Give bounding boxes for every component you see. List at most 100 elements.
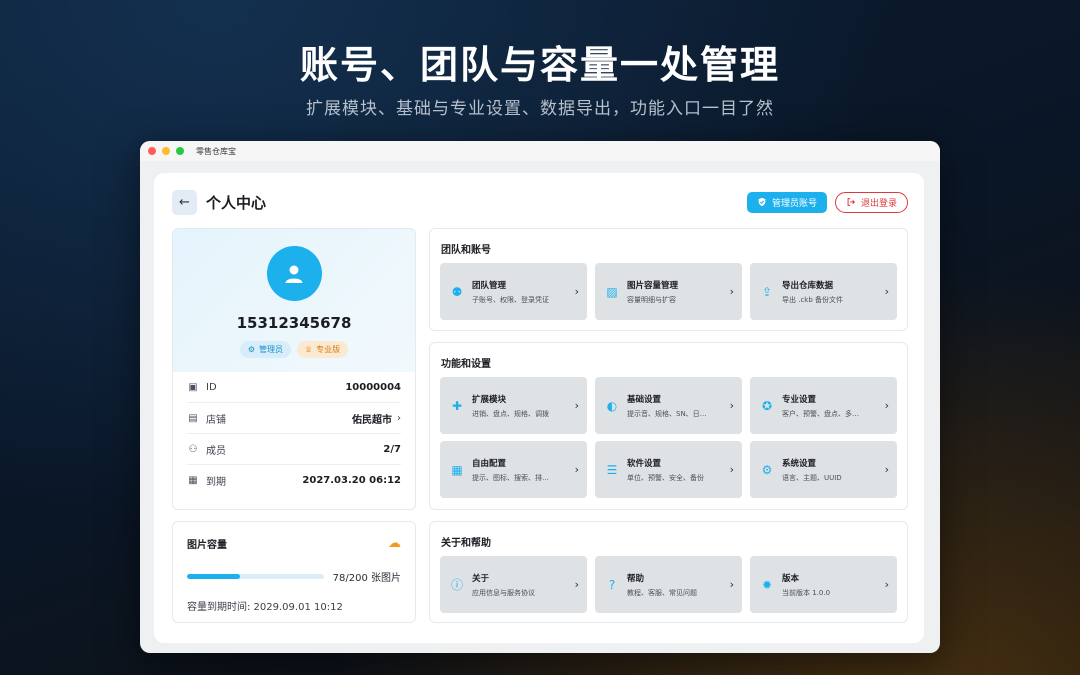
back-button[interactable]: ← (172, 189, 197, 215)
tile-image-storage[interactable]: ▨ 图片容量管理 容量明细与扩容 › (595, 263, 742, 320)
info-label: ID (206, 381, 217, 393)
admin-badge-icon: ⚙ (247, 345, 255, 354)
chevron-right-icon: › (729, 578, 734, 591)
section-features-settings: 功能和设置 ✚ 扩展模块进销、盘点、规格、调拨 › ◐ 基础设置 提示音、规格、S… (429, 342, 908, 510)
grid-plus-icon: ▦ (451, 462, 463, 477)
info-row-members: ⚇ 成员 2/7 (187, 434, 401, 465)
chevron-right-icon: › (574, 399, 579, 412)
chevron-right-icon: › (884, 463, 889, 476)
personal-center-panel: ← 个人中心 管理员账号 退出登录 15312345678 ⚙ 管理员 ♕ 专业… (154, 173, 924, 643)
app-name: 零售仓库宝 (196, 146, 236, 156)
storage-card: 图片容量 ☁ 78/200 张图片 容量到期时间: 2029.09.01 10:… (172, 521, 416, 623)
tile-title: 团队管理 (472, 280, 507, 291)
storage-header: 图片容量 ☁ (187, 536, 401, 551)
profile-info-list: ▣ ID 10000004 ▤ 店铺 佑民超市 › ⚇ 成员 2/7 ▦ 到期 … (173, 372, 415, 496)
toggle-icon: ◐ (606, 398, 618, 413)
sliders-icon: ☰ (606, 462, 618, 477)
tile-export-data[interactable]: ⇪ 导出仓库数据 导出 .ckb 备份文件 › (750, 263, 897, 320)
tile-software-settings[interactable]: ☰ 软件设置单位、预警、安全、备份 › (595, 441, 742, 498)
info-label: 到期 (206, 477, 226, 488)
pro-badge-label: 专业版 (316, 345, 341, 354)
tile-extension-modules[interactable]: ✚ 扩展模块进销、盘点、规格、调拨 › (440, 377, 587, 434)
tile-subtitle: 单位、预警、安全、备份 (627, 473, 704, 482)
medal-icon: ♕ (305, 345, 313, 354)
tile-system-settings[interactable]: ⚙ 系统设置语言、主题、UUID › (750, 441, 897, 498)
admin-badge-label: 管理员 (259, 345, 283, 354)
chevron-right-icon: › (884, 578, 889, 591)
tile-team-management[interactable]: ⚉ 团队管理 子账号、权限、登录凭证 › (440, 263, 587, 320)
cloud-upload-icon[interactable]: ☁ (388, 536, 401, 551)
tile-title: 系统设置 (782, 458, 817, 469)
profile-summary: 15312345678 ⚙ 管理员 ♕ 专业版 (173, 229, 415, 372)
tile-help[interactable]: ? 帮助 教程、客服、常见问题 › (595, 556, 742, 613)
tile-title: 图片容量管理 (627, 280, 679, 291)
progress-fill (187, 574, 241, 579)
section-tiles: ✚ 扩展模块进销、盘点、规格、调拨 › ◐ 基础设置 提示音、规格、SN、日… ›… (440, 377, 897, 498)
tile-title: 关于 (472, 573, 490, 584)
tile-subtitle: 客户、预警、盘点、多… (782, 409, 859, 418)
puzzle-icon: ✚ (451, 398, 463, 413)
arrow-left-icon: ← (179, 194, 190, 210)
export-icon: ⇪ (761, 284, 773, 299)
gear-icon: ⚙ (761, 462, 773, 477)
section-title: 功能和设置 (441, 359, 491, 370)
tile-pro-settings[interactable]: ✪ 专业设置 客户、预警、盘点、多… › (750, 377, 897, 434)
title-bar: 零售仓库宝 (140, 141, 940, 161)
admin-account-label: 管理员账号 (771, 198, 817, 209)
user-icon (285, 265, 303, 283)
section-about-help: 关于和帮助 ⓘ 关于 应用信息与服务协议 › ? 帮助 教程、客服、常见问题 › ✹… (429, 521, 908, 623)
tile-title: 软件设置 (627, 458, 662, 469)
logout-icon (847, 198, 856, 206)
tile-subtitle: 提示、图标、搜索、排… (472, 473, 549, 482)
section-title: 关于和帮助 (441, 538, 491, 549)
chevron-right-icon: › (397, 412, 401, 424)
profile-card: 15312345678 ⚙ 管理员 ♕ 专业版 ▣ ID 10000004 ▤ … (172, 228, 416, 510)
logout-button[interactable]: 退出登录 (834, 191, 908, 213)
badge-icon: ✹ (761, 577, 773, 592)
chevron-right-icon: › (884, 399, 889, 412)
tile-title: 版本 (782, 573, 800, 584)
info-value: 佑民超市 (352, 414, 392, 426)
info-label: 店铺 (206, 414, 226, 426)
tile-subtitle: 子账号、权限、登录凭证 (472, 295, 549, 304)
team-icon: ⚉ (451, 284, 463, 299)
tile-version[interactable]: ✹ 版本 当前版本 1.0.0 › (750, 556, 897, 613)
tile-title: 扩展模块 (472, 394, 507, 405)
tile-title: 基础设置 (627, 394, 662, 405)
tile-subtitle: 导出 .ckb 备份文件 (782, 295, 844, 304)
info-value: 2027.03.20 06:12 (302, 475, 401, 486)
account-phone: 15312345678 (236, 314, 352, 332)
award-icon: ✪ (761, 398, 773, 413)
section-title: 团队和账号 (441, 245, 491, 256)
admin-account-button[interactable]: 管理员账号 (746, 191, 827, 213)
tile-custom-config[interactable]: ▦ 自由配置 提示、图标、搜索、排… › (440, 441, 587, 498)
info-row-expire: ▦ 到期 2027.03.20 06:12 (187, 465, 401, 496)
page-header: ← 个人中心 管理员账号 退出登录 (172, 189, 908, 215)
minimize-window-button[interactable] (162, 147, 170, 155)
progress-text: 78/200 张图片 (332, 573, 401, 584)
close-window-button[interactable] (148, 147, 156, 155)
hero-subtitle: 扩展模块、基础与专业设置、数据导出，功能入口一目了然 (306, 99, 774, 119)
section-tiles: ⓘ 关于 应用信息与服务协议 › ? 帮助 教程、客服、常见问题 › ✹ 版本 当前版… (440, 556, 897, 613)
pro-badge: ♕ 专业版 (297, 341, 349, 358)
page-title: 个人中心 (206, 193, 267, 212)
tile-about[interactable]: ⓘ 关于 应用信息与服务协议 › (440, 556, 587, 613)
info-row-store[interactable]: ▤ 店铺 佑民超市 › (187, 403, 401, 434)
id-card-icon: ▣ (188, 381, 198, 393)
shield-check-icon (758, 197, 766, 207)
members-icon: ⚇ (188, 443, 198, 455)
tile-basic-settings[interactable]: ◐ 基础设置 提示音、规格、SN、日… › (595, 377, 742, 434)
logout-label: 退出登录 (860, 198, 897, 209)
avatar[interactable] (266, 246, 322, 301)
tile-subtitle: 语言、主题、UUID (782, 473, 842, 482)
info-value: 10000004 (345, 381, 401, 393)
section-tiles: ⚉ 团队管理子账号、权限、登录凭证 › ▨ 图片容量管理 容量明细与扩容 › ⇪ … (440, 263, 897, 320)
maximize-window-button[interactable] (176, 147, 184, 155)
info-label: 成员 (206, 445, 226, 457)
chevron-right-icon: › (729, 463, 734, 476)
tile-subtitle: 教程、客服、常见问题 (627, 588, 697, 597)
tile-subtitle: 进销、盘点、规格、调拨 (472, 409, 549, 418)
section-team-account: 团队和账号 ⚉ 团队管理子账号、权限、登录凭证 › ▨ 图片容量管理 容量明细与扩… (429, 228, 908, 331)
chevron-right-icon: › (729, 399, 734, 412)
chevron-right-icon: › (884, 285, 889, 298)
